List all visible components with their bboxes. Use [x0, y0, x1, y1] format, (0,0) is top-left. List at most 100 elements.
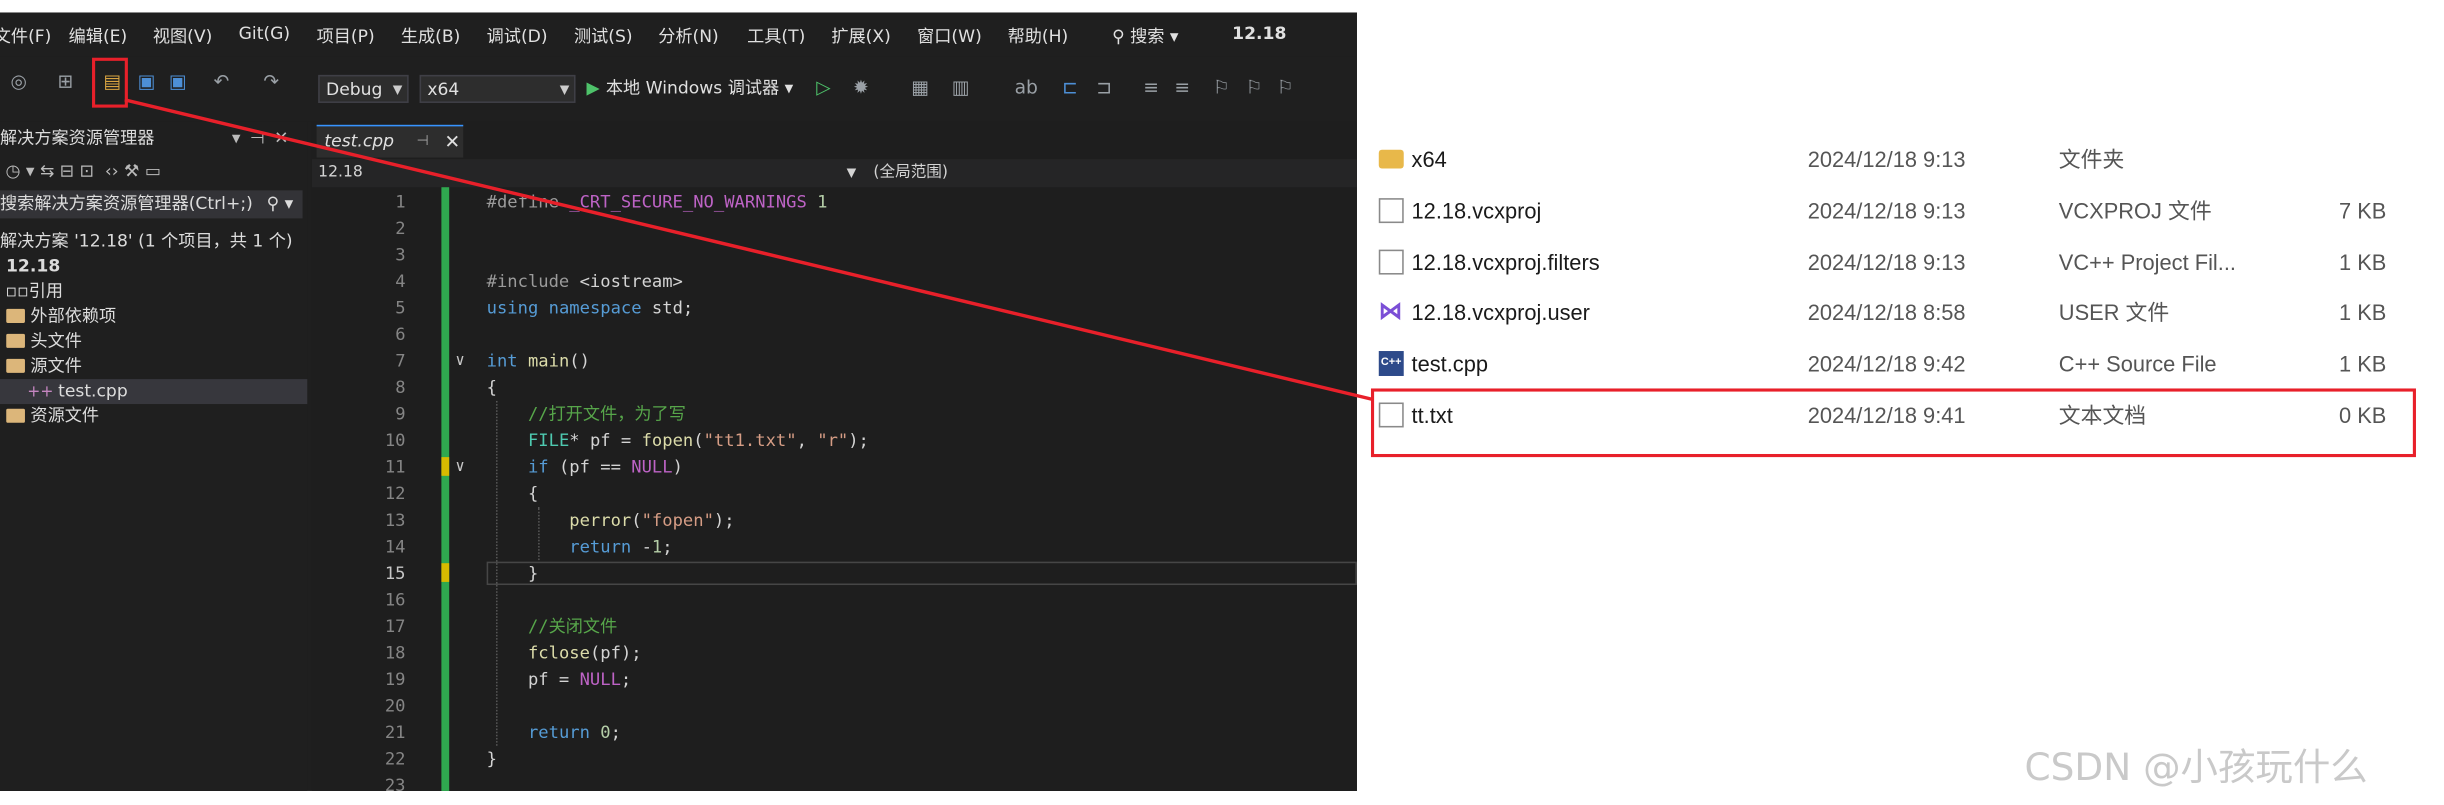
- text-file-icon: [1378, 402, 1404, 428]
- code-line[interactable]: 13 perror("fopen");: [312, 507, 1357, 534]
- line-number: 6: [395, 324, 406, 345]
- start-without-debugging-icon[interactable]: ▷: [811, 75, 836, 100]
- file-date: 2024/12/18 9:41: [1807, 402, 1966, 428]
- project-node[interactable]: 12.18: [0, 254, 307, 279]
- tree-node-external-deps[interactable]: 外部依赖项: [0, 304, 307, 329]
- tree-node-source-files[interactable]: 源文件: [0, 354, 307, 379]
- toolbar-icon[interactable]: ⊏: [1057, 75, 1082, 100]
- menu-debug[interactable]: 调试(D): [487, 23, 548, 48]
- code-line[interactable]: 2: [312, 215, 1357, 242]
- code-line[interactable]: 9 //打开文件，为了写: [312, 401, 1357, 428]
- code-line[interactable]: 18 fclose(pf);: [312, 640, 1357, 667]
- menu-project[interactable]: 项目(P): [317, 23, 375, 48]
- toolbar-icon[interactable]: ⊐: [1092, 75, 1117, 100]
- redo-icon[interactable]: ↷: [259, 69, 284, 94]
- menu-file[interactable]: 文件(F): [0, 23, 51, 48]
- comment-icon[interactable]: ≡: [1139, 75, 1164, 100]
- panel-controls[interactable]: ▾⊣✕: [232, 122, 298, 156]
- new-project-icon[interactable]: ⊞: [53, 69, 78, 94]
- code-line[interactable]: 23: [312, 772, 1357, 791]
- fold-toggle-icon[interactable]: ∨: [455, 348, 464, 375]
- code-line[interactable]: 17 //关闭文件: [312, 613, 1357, 640]
- code-line[interactable]: 12 {: [312, 481, 1357, 508]
- code-line[interactable]: 10 FILE* pf = fopen("tt1.txt", "r");: [312, 427, 1357, 454]
- line-number: 20: [384, 695, 406, 717]
- code-line[interactable]: 20: [312, 693, 1357, 720]
- menu-extensions[interactable]: 扩展(X): [831, 23, 890, 48]
- code-line[interactable]: 7 int main() ∨: [312, 348, 1357, 375]
- file-row[interactable]: C++ test.cpp 2024/12/18 9:42 C++ Source Fil…: [1357, 342, 2444, 386]
- code-line[interactable]: 1 #define _CRT_SECURE_NO_WARNINGS 1: [312, 189, 1357, 216]
- code-line[interactable]: 14 return -1;: [312, 534, 1357, 561]
- save-all-icon[interactable]: ▣: [165, 69, 190, 94]
- tree-node-test-cpp[interactable]: ++ test.cpp: [0, 379, 308, 405]
- file-row[interactable]: ⋈ 12.18.vcxproj.user 2024/12/18 8:58 USER 文…: [1357, 291, 2444, 335]
- solution-explorer-toolbar[interactable]: ◷ ▾ ⇆ ⊟ ⊡ ‹› ⚒ ▭: [0, 156, 307, 187]
- solution-node[interactable]: 解决方案 '12.18' (1 个项目，共 1 个): [0, 229, 307, 254]
- code-line[interactable]: 19 pf = NULL;: [312, 666, 1357, 693]
- code-line[interactable]: 11 if (pf == NULL) ∨: [312, 454, 1357, 481]
- bookmark-icon[interactable]: ⚐: [1209, 75, 1234, 100]
- code-line[interactable]: 16: [312, 587, 1357, 614]
- menu-build[interactable]: 生成(B): [401, 23, 460, 48]
- tree-node-references[interactable]: ▫▫引用: [0, 279, 307, 304]
- code-text: int main(): [486, 351, 590, 372]
- save-icon[interactable]: ▣: [134, 69, 159, 94]
- code-line[interactable]: 8{: [312, 374, 1357, 401]
- undo-icon[interactable]: ↶: [209, 69, 234, 94]
- code-line[interactable]: 4 #include <iostream>: [312, 268, 1357, 295]
- menu-help[interactable]: 帮助(H): [1008, 23, 1069, 48]
- hot-reload-icon[interactable]: ✹: [848, 75, 873, 100]
- bookmark-icon[interactable]: ⚐: [1273, 75, 1298, 100]
- file-row[interactable]: x64 2024/12/18 9:13 文件夹: [1357, 137, 2444, 181]
- code-line[interactable]: 5 using namespace std;: [312, 295, 1357, 322]
- solution-search-input[interactable]: 搜索解决方案资源管理器(Ctrl+;) ⚲ ▾: [0, 190, 303, 219]
- bookmark-icon[interactable]: ⚐: [1242, 75, 1267, 100]
- file-explorer-list: x64 2024/12/18 9:13 文件夹 12.18.vcxproj 2024/1…: [1357, 134, 2444, 462]
- close-icon[interactable]: ✕: [445, 126, 461, 157]
- configuration-select[interactable]: Debug ▼: [318, 74, 409, 103]
- file-type: 文件夹: [2058, 146, 2125, 172]
- open-folder-icon[interactable]: ▤: [100, 69, 125, 94]
- fold-toggle-icon[interactable]: ∨: [455, 454, 464, 481]
- project-label: 12.18: [5, 255, 61, 277]
- start-debugging-button[interactable]: ▶ 本地 Windows 调试器 ▾: [586, 75, 793, 103]
- tree-node-header-files[interactable]: 头文件: [0, 329, 307, 354]
- menu-test[interactable]: 测试(S): [574, 23, 633, 48]
- code-line[interactable]: 22}: [312, 746, 1357, 773]
- menu-analyze[interactable]: 分析(N): [658, 23, 719, 48]
- menu-tools[interactable]: 工具(T): [747, 23, 805, 48]
- line-number: 16: [384, 589, 406, 610]
- search-button[interactable]: ⚲ 搜索 ▾: [1112, 23, 1178, 48]
- menu-view[interactable]: 视图(V): [153, 23, 212, 48]
- tab-test-cpp[interactable]: test.cpp ⊣ ✕: [316, 124, 464, 158]
- tree-node-resource-files[interactable]: 资源文件: [0, 404, 307, 429]
- menu-window[interactable]: 窗口(W): [917, 23, 982, 48]
- line-number: 21: [384, 722, 406, 743]
- toolbar-icon[interactable]: ab: [1014, 75, 1039, 100]
- project-scope-select[interactable]: 12.18 ▼: [318, 159, 856, 187]
- file-row[interactable]: 12.18.vcxproj.filters 2024/12/18 9:13 VC++…: [1357, 240, 2444, 284]
- toolbar-icon[interactable]: ▥: [948, 75, 973, 100]
- unsaved-change-marker: [441, 563, 450, 582]
- file-type: USER 文件: [2058, 300, 2170, 326]
- code-text: #include <iostream>: [486, 271, 683, 292]
- code-line[interactable]: 21 return 0;: [312, 719, 1357, 746]
- line-number: 19: [384, 669, 406, 690]
- menu-edit[interactable]: 编辑(E): [69, 23, 128, 48]
- file-row[interactable]: tt.txt 2024/12/18 9:41 文本文档 0 KB: [1357, 393, 2444, 437]
- uncomment-icon[interactable]: ≡: [1170, 75, 1195, 100]
- code-line[interactable]: 3: [312, 242, 1357, 269]
- platform-select[interactable]: x64 ▼: [419, 74, 576, 103]
- code-line[interactable]: 6: [312, 321, 1357, 348]
- back-icon[interactable]: ◎: [6, 69, 31, 94]
- code-view[interactable]: 1 #define _CRT_SECURE_NO_WARNINGS 1 2 3 4 #in…: [312, 187, 1357, 791]
- file-row[interactable]: 12.18.vcxproj 2024/12/18 9:13 VCXPROJ 文件 7 …: [1357, 188, 2444, 232]
- cpp-file-icon: ++: [27, 383, 54, 401]
- file-name: test.cpp: [1411, 351, 1489, 377]
- global-scope-select[interactable]: (全局范围): [873, 159, 948, 187]
- toolbar-icon[interactable]: ▦: [908, 75, 933, 100]
- menu-git[interactable]: Git(G): [239, 23, 290, 43]
- file-name: 12.18.vcxproj.user: [1411, 300, 1590, 326]
- pin-icon[interactable]: ⊣: [416, 126, 428, 157]
